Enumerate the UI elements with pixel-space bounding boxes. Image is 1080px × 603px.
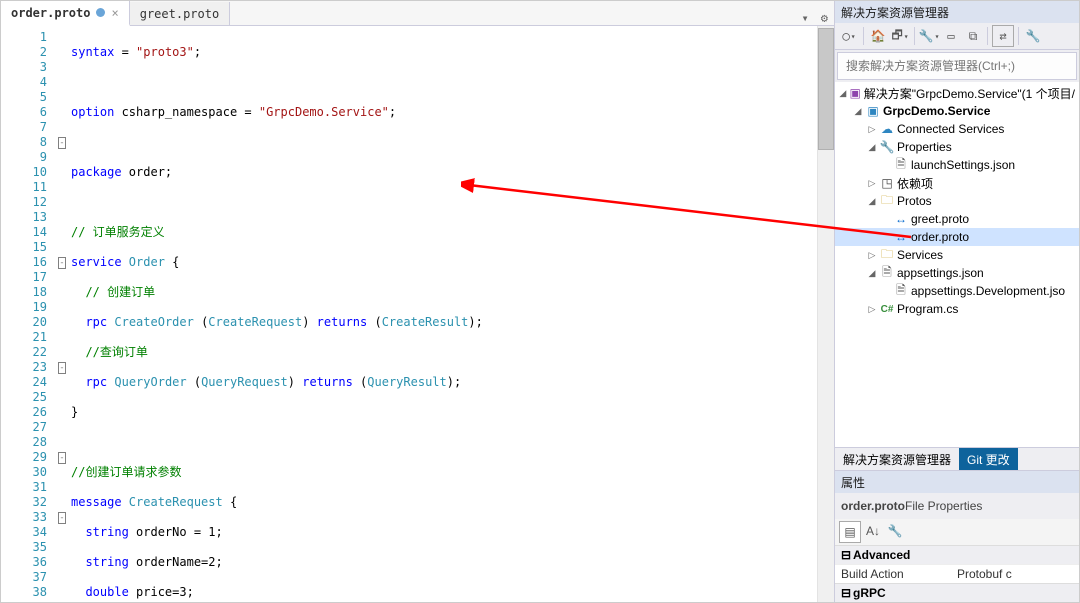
back-icon[interactable]: ◯ xyxy=(839,26,859,46)
prop-row-build-action[interactable]: Build ActionProtobuf c xyxy=(835,564,1079,583)
launchsettings-node[interactable]: 🗎launchSettings.json xyxy=(835,156,1079,174)
wrench-icon: 🔧 xyxy=(879,140,895,154)
tab-gear-icon[interactable]: ⚙ xyxy=(815,11,834,25)
wrench-icon[interactable]: 🔧 xyxy=(1023,26,1043,46)
fold-icon[interactable]: - xyxy=(58,257,65,269)
project-node[interactable]: ◢▣GrpcDemo.Service xyxy=(835,102,1079,120)
csproj-icon: ▣ xyxy=(865,104,881,118)
solution-explorer-title: 解决方案资源管理器 xyxy=(835,1,1079,23)
properties-title: 属性 xyxy=(835,471,1079,493)
tab-label: order.proto xyxy=(11,6,90,20)
right-panel-tabs: 解决方案资源管理器 Git 更改 xyxy=(835,447,1079,470)
protos-folder-node[interactable]: ◢🗀Protos xyxy=(835,192,1079,210)
tab-greet-proto[interactable]: greet.proto xyxy=(130,2,230,25)
solution-tree[interactable]: ◢▣解决方案"GrpcDemo.Service"(1 个项目/ ◢▣GrpcDe… xyxy=(835,82,1079,447)
properties-panel: 属性 order.proto File Properties ▤ A↓ 🔧 ⊟A… xyxy=(835,470,1079,602)
order-proto-node[interactable]: ↔order.proto xyxy=(835,228,1079,246)
services-folder-node[interactable]: ▷🗀Services xyxy=(835,246,1079,264)
prop-category-advanced[interactable]: ⊟Advanced xyxy=(835,545,1079,564)
categorize-icon[interactable]: ▤ xyxy=(839,521,861,543)
solution-icon: ▣ xyxy=(849,86,862,100)
proto-icon: ↔ xyxy=(893,230,909,244)
collapse-icon[interactable]: ⧉ xyxy=(963,26,983,46)
prop-category-grpc[interactable]: ⊟gRPC xyxy=(835,583,1079,602)
dependencies-node[interactable]: ▷◳依赖项 xyxy=(835,174,1079,192)
properties-icon[interactable]: ⇄ xyxy=(992,25,1014,47)
scope-icon[interactable]: 🔧 xyxy=(919,26,939,46)
tab-solution-explorer[interactable]: 解决方案资源管理器 xyxy=(835,448,959,470)
fold-icon[interactable]: - xyxy=(58,512,65,524)
line-number-gutter: 1234567891011121314151617181920212223242… xyxy=(1,26,55,602)
pin-icon xyxy=(96,8,105,17)
close-icon[interactable]: × xyxy=(111,6,118,20)
properties-folder-node[interactable]: ◢🔧Properties xyxy=(835,138,1079,156)
proto-icon: ↔ xyxy=(893,212,909,226)
fold-gutter: - - - - - xyxy=(55,26,69,602)
solution-explorer-toolbar: ◯ 🏠 🗗 🔧 ▭ ⧉ ⇄ 🔧 xyxy=(835,23,1079,50)
fold-icon[interactable]: - xyxy=(58,137,65,149)
appsettings-dev-node[interactable]: 🗎appsettings.Development.jso xyxy=(835,282,1079,300)
json-icon: 🗎 xyxy=(893,155,909,176)
connected-icon: ☁ xyxy=(879,122,895,136)
greet-proto-node[interactable]: ↔greet.proto xyxy=(835,210,1079,228)
tab-overflow-dropdown[interactable]: ▾ xyxy=(796,11,815,25)
code-editor[interactable]: 1234567891011121314151617181920212223242… xyxy=(1,26,834,602)
fold-icon[interactable]: - xyxy=(58,452,65,464)
tab-order-proto[interactable]: order.proto × xyxy=(1,1,130,26)
editor-tabbar: order.proto × greet.proto ▾ ⚙ xyxy=(1,1,834,26)
solution-node[interactable]: ◢▣解决方案"GrpcDemo.Service"(1 个项目/ xyxy=(835,84,1079,102)
solution-search-input[interactable] xyxy=(844,58,1070,74)
cs-icon: C# xyxy=(879,304,895,315)
show-all-icon[interactable]: ▭ xyxy=(941,26,961,46)
properties-subject: order.proto File Properties xyxy=(835,493,1079,519)
appsettings-node[interactable]: ◢🗎appsettings.json xyxy=(835,264,1079,282)
tab-label: greet.proto xyxy=(140,7,219,21)
folder-icon: 🗀 xyxy=(879,191,895,212)
connected-services-node[interactable]: ▷☁Connected Services xyxy=(835,120,1079,138)
json-icon: 🗎 xyxy=(893,281,909,302)
program-cs-node[interactable]: ▷C#Program.cs xyxy=(835,300,1079,318)
fold-icon[interactable]: - xyxy=(58,362,65,374)
home-icon[interactable]: 🏠 xyxy=(868,26,888,46)
deps-icon: ◳ xyxy=(879,176,895,190)
code-area[interactable]: syntax = "proto3"; option csharp_namespa… xyxy=(69,26,817,602)
vertical-scrollbar[interactable] xyxy=(817,26,834,602)
tab-git-changes[interactable]: Git 更改 xyxy=(959,448,1018,470)
props-wrench-icon[interactable]: 🔧 xyxy=(885,521,905,541)
sort-alpha-icon[interactable]: A↓ xyxy=(863,521,883,541)
solution-search[interactable] xyxy=(837,52,1077,80)
sync-icon[interactable]: 🗗 xyxy=(890,26,910,46)
